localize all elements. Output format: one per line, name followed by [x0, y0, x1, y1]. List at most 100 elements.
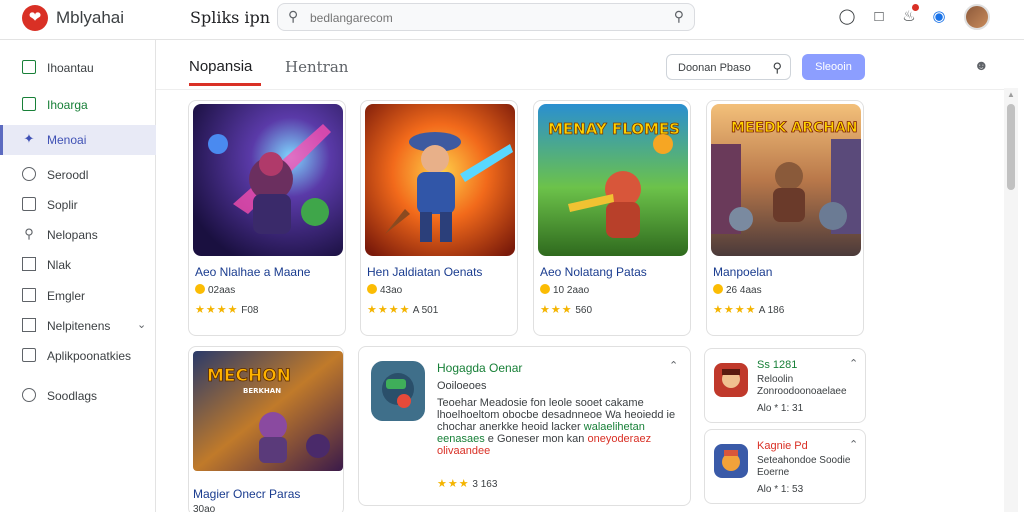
sidebar-item-9[interactable]: Aplikpoonatkies [0, 341, 156, 371]
app-icon[interactable] [371, 361, 425, 421]
chevron-down-icon[interactable]: ⌄ [137, 318, 146, 331]
app-title[interactable]: Ss 1281 [757, 359, 797, 371]
sidebar-item-10[interactable]: Soodlags [0, 381, 156, 411]
featured-app-rating: ★★★ 3 163 [437, 477, 497, 490]
game-meta-text: 43ao [380, 285, 403, 296]
game-artwork[interactable]: MEEDK ARCHAN [711, 104, 861, 256]
game-title[interactable]: Magier Onecr Paras [193, 487, 300, 501]
app-list-item[interactable]: Kagnie Pd Seteahondoe Soodie Eoerne Alo … [704, 429, 866, 504]
primary-button[interactable]: Sleooin [802, 54, 865, 80]
chevron-up-icon[interactable]: ⌃ [849, 357, 858, 370]
tab-1[interactable]: Hentran [285, 58, 348, 76]
game-meta: 02aas [195, 284, 235, 296]
sidebar-item-4[interactable]: Soplir [0, 190, 156, 220]
game-card[interactable]: Hen Jaldiatan Oenats 43ao ★★★★ A 501 [360, 100, 518, 336]
game-meta-text: 10 2aao [553, 285, 590, 296]
sidebar-item-label: Nelopans [47, 228, 98, 242]
main-content: Nopansia Hentran Doonan Pbaso ⚲ Sleooin … [156, 40, 1004, 512]
sidebar-item-7[interactable]: Emgler [0, 281, 156, 311]
sidebar-item-label: Menoai [47, 133, 87, 147]
app-list-item[interactable]: Ss 1281 Reloolin Zonroodoonoaelaee Alo *… [704, 348, 866, 423]
game-meta: 26 4aas [713, 284, 762, 296]
sidebar-item-1[interactable]: Ihoarga [0, 90, 156, 120]
avatar[interactable] [964, 4, 990, 30]
filter-dropdown[interactable]: Doonan Pbaso ⚲ [666, 54, 791, 80]
bookmark-icon [22, 288, 36, 302]
sidebar-item-label: Seroodl [47, 168, 89, 182]
artwork-title-text: MEEDK ARCHAN [731, 120, 858, 136]
sidebar-item-0[interactable]: Ihoantau [0, 53, 156, 83]
star-rating-icon: ★★★★ [367, 304, 411, 316]
game-title[interactable]: Aeo Nlalhae a Maane [195, 265, 310, 279]
scrollbar[interactable]: ▲ [1004, 88, 1018, 512]
filter-label: Doonan Pbaso [678, 62, 751, 74]
featured-app-rating-text: 3 163 [472, 479, 498, 490]
search-submit-icon[interactable]: ⚲ [674, 8, 684, 25]
app-icon[interactable] [714, 444, 748, 478]
game-card[interactable]: MEEDK ARCHAN Manpoelan 26 4aas ★★★★ A 18… [706, 100, 864, 336]
search-icon: ⚲ [288, 8, 299, 24]
game-meta-text: 02aas [208, 285, 236, 296]
artwork-subtitle-text: BERKHAN [243, 387, 281, 395]
game-artwork[interactable]: MECHON BERKHAN [193, 351, 343, 471]
game-artwork[interactable]: MENAY FLOMES [538, 104, 688, 256]
game-rating: ★★★★ A 501 [367, 303, 438, 316]
compass-icon[interactable]: ◉ [928, 6, 950, 28]
sidebar-item-6[interactable]: Nlak [0, 250, 156, 280]
sidebar-item-5[interactable]: ⚲ Nelopans [0, 220, 156, 250]
sidebar-item-2[interactable]: ✦ Menoai [0, 125, 156, 155]
game-meta: 10 2aao [540, 284, 589, 296]
sidebar-item-8[interactable]: Nelpitenens ⌄ [0, 311, 156, 341]
app-subtitle: Reloolin Zonroodoonoaelaee [757, 374, 847, 397]
game-artwork[interactable] [193, 104, 343, 256]
game-meta: 43ao [367, 284, 402, 296]
game-card[interactable]: MENAY FLOMES Aeo Nolatang Patas 10 2aao … [533, 100, 691, 336]
game-title[interactable]: Manpoelan [713, 265, 772, 279]
coin-icon [540, 284, 550, 294]
star-rating-icon: ★★★★ [195, 304, 239, 316]
chevron-up-icon[interactable]: ⌃ [849, 438, 858, 451]
square-icon [22, 197, 36, 211]
sidebar-item-label: Aplikpoonatkies [47, 349, 132, 363]
game-title[interactable]: Hen Jaldiatan Oenats [367, 265, 482, 279]
coin-icon [713, 284, 723, 294]
app-subtitle: Seteahondoe Soodie Eoerne [757, 455, 851, 478]
sidebar-item-3[interactable]: Seroodl [0, 160, 156, 190]
chevron-up-icon[interactable]: ⌃ [669, 359, 678, 372]
game-rating: ★★★★ F08 [195, 303, 258, 316]
grid-icon [22, 318, 36, 332]
tag-icon: ✦ [23, 131, 35, 146]
featured-app-description: Teoehar Meadosie fon leole sooet cakame … [437, 397, 682, 457]
game-artwork[interactable] [365, 104, 515, 256]
star-rating-icon: ★★★ [437, 478, 470, 490]
game-meta-text: 26 4aas [726, 285, 762, 296]
sidebar-item-label: Nelpitenens [47, 319, 111, 333]
game-meta: 30ao [193, 504, 215, 512]
featured-app-subtitle: Ooiloeoes [437, 380, 487, 392]
game-meta-text: 30ao [193, 504, 216, 512]
app-logo-icon[interactable]: ❤ [22, 5, 48, 31]
app-icon[interactable] [714, 363, 748, 397]
active-tab-indicator [189, 83, 261, 86]
search-bar[interactable]: ⚲ ⚲ [277, 3, 695, 31]
search-icon: ⚲ [24, 226, 34, 241]
scroll-up-icon[interactable]: ▲ [1007, 90, 1015, 99]
info-icon[interactable]: □ [868, 6, 890, 28]
search-input[interactable] [310, 8, 650, 28]
nav-title[interactable]: Spliks ipn [190, 8, 270, 27]
tab-0[interactable]: Nopansia [189, 58, 252, 75]
square-icon [22, 348, 36, 362]
featured-app-title[interactable]: Hogagda Oenar [437, 361, 522, 375]
game-title[interactable]: Aeo Nolatang Patas [540, 265, 647, 279]
sidebar-item-label: Soplir [47, 198, 78, 212]
game-card[interactable]: Aeo Nlalhae a Maane 02aas ★★★★ F08 [188, 100, 346, 336]
featured-app-card[interactable]: Hogagda Oenar ⌃ Ooiloeoes Teoehar Meados… [358, 346, 691, 506]
user-icon[interactable]: ☻ [974, 57, 989, 73]
divider [156, 89, 1004, 90]
brand-name: Mblyahai [56, 8, 125, 27]
help-icon[interactable]: ◯ [836, 6, 858, 28]
scrollbar-thumb[interactable] [1007, 104, 1015, 190]
game-card[interactable]: MECHON BERKHAN Magier Onecr Paras 30ao [188, 346, 344, 512]
app-title[interactable]: Kagnie Pd [757, 440, 808, 452]
sidebar-item-label: Emgler [47, 289, 86, 303]
